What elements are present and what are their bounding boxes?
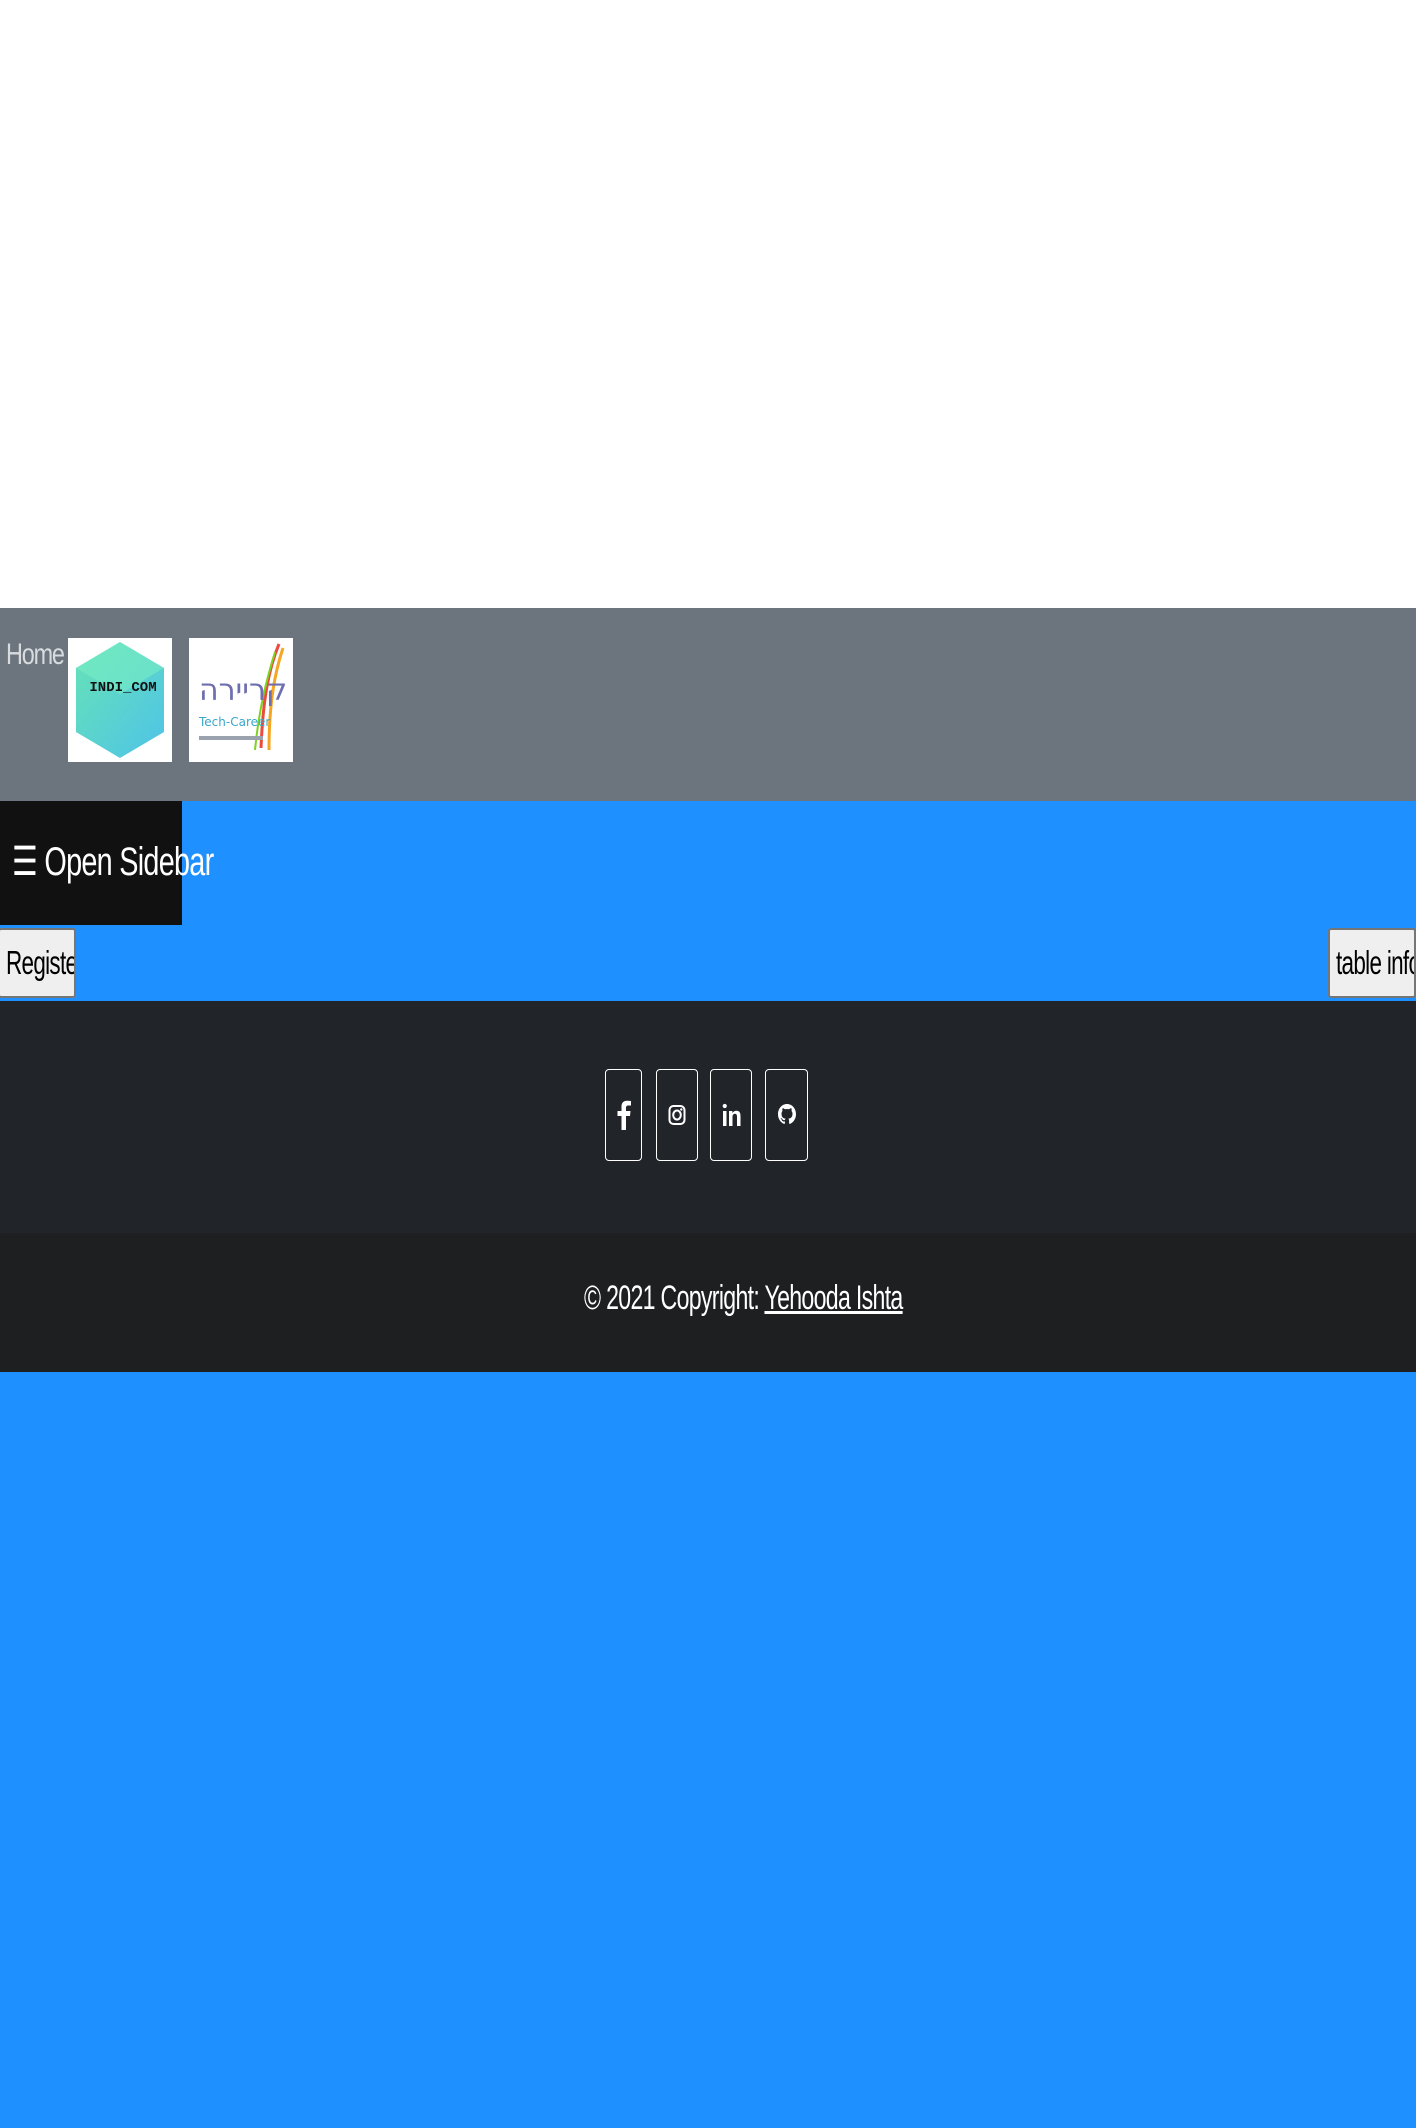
facebook-button[interactable] — [605, 1069, 642, 1161]
svg-text:Tech-Career: Tech-Career — [198, 715, 270, 729]
social-links-section — [0, 1001, 1416, 1233]
table-info-label: table info: — [1336, 944, 1414, 981]
linkedin-button[interactable] — [710, 1069, 752, 1161]
action-row: Register table info: — [0, 925, 1416, 1001]
instagram-icon — [668, 1105, 686, 1125]
register-label: Register — [6, 944, 74, 981]
menu-icon: ☰ — [12, 840, 38, 884]
open-sidebar-label: Open Sidebar — [44, 840, 214, 884]
table-info-button[interactable]: table info: — [1328, 928, 1416, 998]
indicom-logo[interactable]: INDI_COM — [68, 638, 172, 762]
copyright-bar: © 2021 Copyright: Yehooda Ishta — [0, 1233, 1416, 1372]
facebook-icon — [617, 1100, 631, 1130]
linkedin-icon — [722, 1103, 741, 1126]
github-button[interactable] — [765, 1069, 808, 1161]
nav-home-link[interactable]: Home — [6, 638, 65, 672]
sidebar-bar: ☰ Open Sidebar — [0, 801, 1416, 925]
tech-career-logo[interactable]: קריירה Tech-Career — [189, 638, 293, 762]
github-icon — [777, 1104, 796, 1124]
svg-text:INDI_COM: INDI_COM — [89, 680, 156, 696]
instagram-button[interactable] — [656, 1069, 698, 1161]
svg-text:קריירה: קריירה — [199, 673, 287, 708]
blank-area — [0, 0, 1416, 608]
open-sidebar-button[interactable]: ☰ Open Sidebar — [0, 801, 214, 925]
register-button[interactable]: Register — [0, 928, 76, 998]
navbar: Home INDI_COM קריירה Tech-Career — [0, 608, 1416, 801]
copyright-prefix: © 2021 Copyright: — [584, 1279, 765, 1317]
copyright-text: © 2021 Copyright: Yehooda Ishta — [584, 1279, 903, 1318]
author-link[interactable]: Yehooda Ishta — [764, 1279, 903, 1317]
